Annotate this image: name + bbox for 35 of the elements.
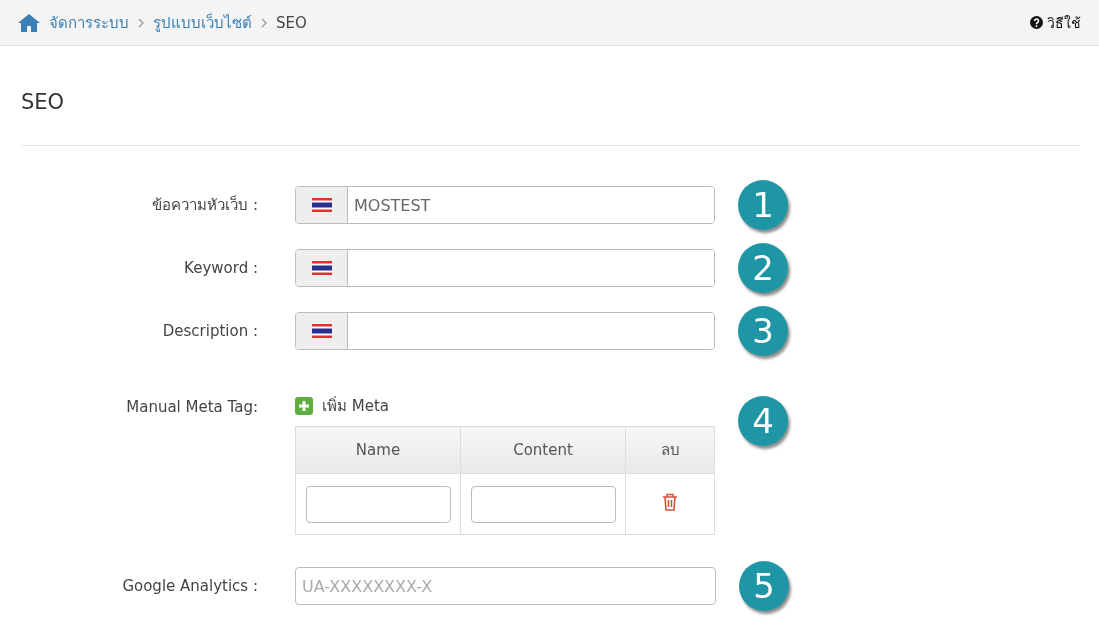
chevron-icon — [261, 17, 267, 28]
add-meta-button[interactable]: เพิ่ม Meta — [295, 394, 389, 418]
help-link[interactable]: วิธีใช้ — [1030, 11, 1081, 34]
question-icon — [1030, 16, 1043, 29]
home-icon[interactable] — [18, 13, 40, 32]
field-label: ข้อความหัวเว็บ : — [151, 194, 258, 216]
column-header: Name — [295, 426, 461, 474]
trash-icon — [662, 493, 678, 511]
thai-flag-icon — [311, 324, 332, 338]
thai-flag-icon — [311, 261, 332, 275]
breadcrumb-current: SEO — [276, 13, 307, 32]
text-input-field[interactable]: UA-XXXXXXXX-X — [295, 567, 716, 605]
delete-button[interactable] — [662, 493, 678, 511]
step-number-badge: 4 — [738, 396, 788, 446]
step-number-badge: 3 — [738, 306, 788, 356]
field-label: Manual Meta Tag: — [125, 398, 258, 416]
language-input-field[interactable] — [295, 312, 715, 350]
page-title: SEO — [21, 90, 66, 114]
chevron-icon — [138, 17, 144, 28]
breadcrumb-link[interactable]: จัดการระบบ — [49, 10, 129, 35]
breadcrumb-link[interactable]: รูปแบบเว็บไซต์ — [153, 10, 252, 35]
language-input-field[interactable]: MOSTEST — [295, 186, 715, 224]
content-input-field[interactable] — [470, 485, 616, 523]
column-header: Content — [460, 426, 626, 474]
step-number-badge: 1 — [738, 180, 788, 230]
column-header: ลบ — [625, 426, 715, 474]
field-label: Description : — [161, 322, 258, 340]
language-input-field[interactable] — [295, 249, 715, 287]
step-number-badge: 5 — [739, 561, 789, 611]
step-number-badge: 2 — [738, 243, 788, 293]
name-input-field[interactable] — [305, 485, 451, 523]
field-label: Keyword : — [183, 259, 258, 277]
thai-flag-icon — [311, 198, 332, 212]
field-label: Google Analytics : — [121, 577, 258, 595]
plus-icon — [295, 397, 313, 415]
